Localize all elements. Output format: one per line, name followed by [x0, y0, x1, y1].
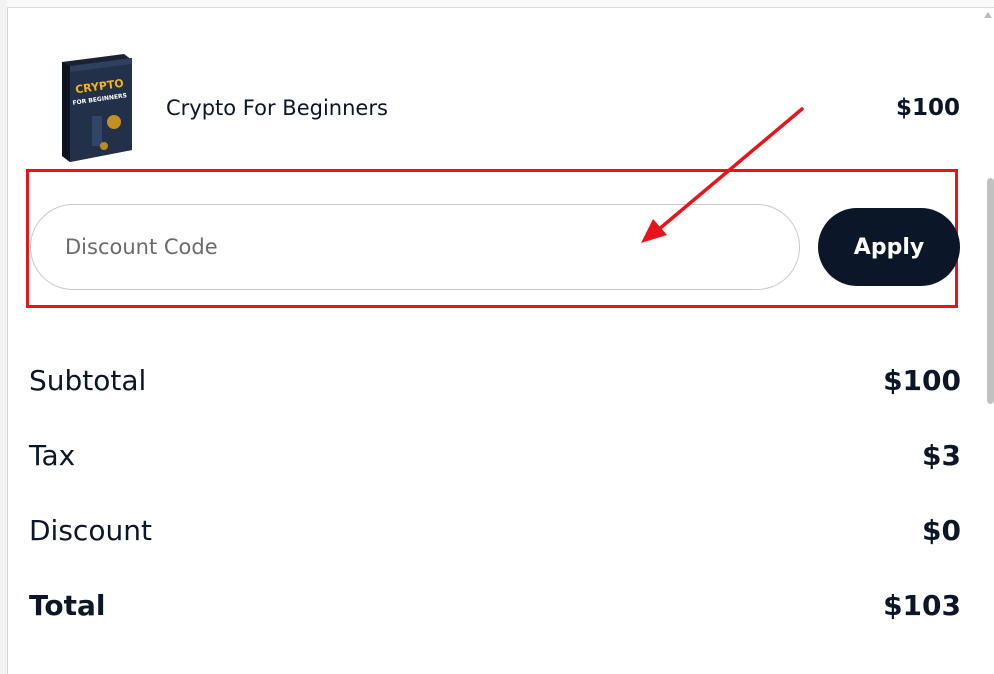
- tax-value: $3: [922, 439, 961, 472]
- discount-label: Discount: [29, 514, 152, 547]
- product-price: $100: [895, 95, 960, 121]
- tax-row: Tax $3: [29, 439, 961, 479]
- discount-row: Discount $0: [29, 514, 961, 554]
- arrow-pointer-icon: [641, 107, 804, 243]
- panel-top-border: [7, 0, 994, 8]
- window-edge: [0, 0, 8, 674]
- product-name: Crypto For Beginners: [166, 96, 388, 120]
- product-image: CRYPTO FOR BEGINNERS: [62, 54, 132, 162]
- discount-value: $0: [922, 514, 961, 547]
- total-value: $103: [883, 589, 961, 622]
- tax-label: Tax: [29, 439, 76, 472]
- subtotal-label: Subtotal: [29, 364, 147, 397]
- subtotal-value: $100: [883, 364, 961, 397]
- discount-code-input[interactable]: [30, 204, 800, 290]
- apply-button[interactable]: Apply: [818, 208, 960, 286]
- subtotal-row: Subtotal $100: [29, 364, 961, 404]
- total-label: Total: [29, 589, 106, 622]
- total-row: Total $103: [29, 589, 961, 629]
- checkout-panel: CRYPTO FOR BEGINNERS Crypto For Beginner…: [0, 0, 994, 674]
- scrollbar-thumb[interactable]: [987, 178, 994, 404]
- scroll-up-arrow-icon[interactable]: [984, 12, 992, 18]
